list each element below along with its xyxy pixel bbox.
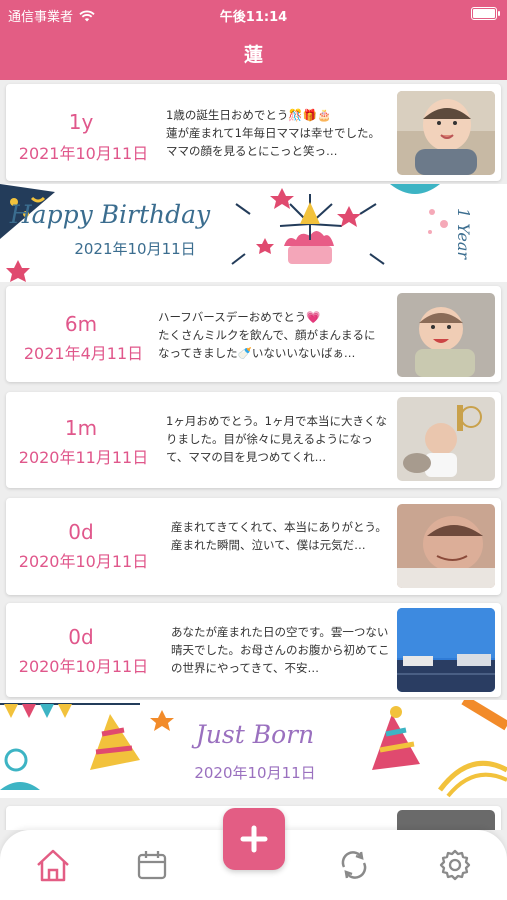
entry-photo[interactable] [397,293,495,377]
entry-age: 1m [64,416,98,440]
entry-text: 1ヶ月おめでとう。1ヶ月で本当に大きくなりました。目が徐々に見えるようになって、… [166,414,387,464]
entry-age: 0d [68,520,94,544]
entry-photo[interactable] [397,397,495,481]
banner-date: 2021年10月11日 [74,240,196,258]
entry-date: 2020年11月11日 [18,448,149,467]
add-entry-button[interactable] [223,808,285,870]
add-icon [240,825,268,853]
banner-date: 2020年10月11日 [194,764,316,782]
tab-calendar[interactable] [129,842,175,888]
home-icon [37,849,69,882]
milestone-banner-birthday: Happy Birthday 2021年10月11日 1 Year [0,184,507,282]
milestone-banner-born: Just Born 2020年10月11日 [0,700,507,798]
settings-icon [439,849,471,881]
party-decoration [0,700,507,798]
entry-photo[interactable] [397,91,495,175]
clock: 午後11:14 [219,10,288,25]
list-item[interactable]: 1y 2021年10月11日 1歳の誕生日おめでとう🎊🎁🎂 蓮が産まれて1年毎日… [6,84,501,181]
banner-title: Just Born [195,720,315,749]
sync-icon [341,851,367,879]
timeline-list[interactable]: 1y 2021年10月11日 1歳の誕生日おめでとう🎊🎁🎂 蓮が産まれて1年毎日… [0,80,507,830]
calendar-icon [137,851,167,880]
entry-photo[interactable] [397,608,495,692]
page-title: 蓮 [243,44,263,66]
entry-date: 2020年10月11日 [18,657,149,676]
tab-settings[interactable] [432,842,478,888]
entry-text: あなたが産まれた日の空です。雲一つない晴天でした。お母さんのお腹から初めてこの世… [171,625,390,675]
tab-sync[interactable] [331,842,377,888]
entry-photo[interactable] [397,810,495,830]
list-item[interactable]: 0d 2020年10月11日 あなたが産まれた日の空です。雲一つない晴天でした。… [6,603,501,697]
entry-photo[interactable] [397,504,495,588]
entry-date: 2021年10月11日 [18,144,149,163]
party-decoration [0,184,448,282]
status-bar: 通信事業者 午後11:14 [0,0,507,28]
battery-icon [471,7,500,20]
list-item[interactable]: 6m 2021年4月11日 ハーフバースデーおめでとう💗 たくさんミルクを飲んで… [6,286,501,382]
banner-title: Happy Birthday [9,200,211,229]
entry-age: 0d [68,625,94,649]
entry-date: 2021年4月11日 [23,344,144,363]
entry-age: 1y [68,110,94,134]
banner-side-wrap: 1 Year [446,207,482,259]
entry-text: 1歳の誕生日おめでとう🎊🎁🎂 蓮が産まれて1年毎日ママは幸せでした。ママの顔を見… [166,108,380,158]
entry-text: 産まれてきてくれて、本当にありがとう。 産まれた瞬間、泣いて、僕は元気だ… [171,520,387,552]
banner-side-label: 1 Year [454,207,474,259]
list-item[interactable]: 0d 2020年10月11日 産まれてきてくれて、本当にありがとう。 産まれた瞬… [6,498,501,595]
list-item[interactable]: 1m 2020年11月11日 1ヶ月おめでとう。1ヶ月で本当に大きくなりました。… [6,392,501,488]
app-header: 通信事業者 午後11:14 蓮 [0,0,507,80]
entry-date: 2020年10月11日 [18,552,149,571]
tab-home[interactable] [30,842,76,888]
entry-age: 6m [64,312,98,336]
entry-text: ハーフバースデーおめでとう💗 たくさんミルクを飲んで、顔がまんまるになってきまし… [158,310,376,360]
